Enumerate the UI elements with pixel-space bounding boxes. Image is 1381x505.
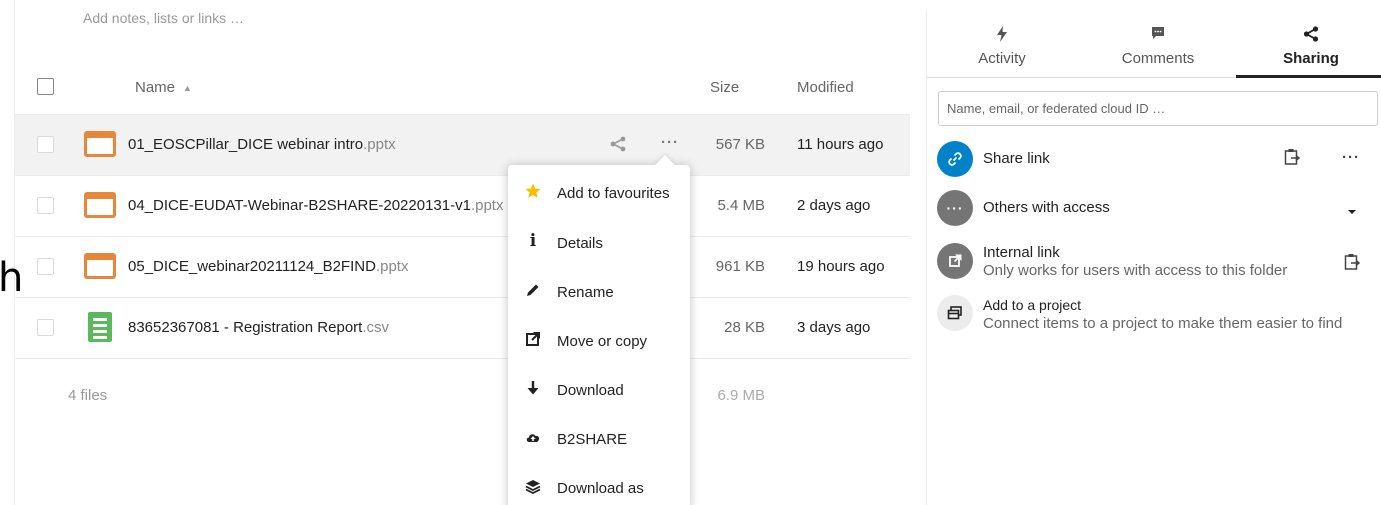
lightning-icon: [927, 26, 1077, 42]
modified-column-header[interactable]: Modified: [797, 79, 854, 96]
file-size: 567 KB: [715, 136, 765, 153]
name-column-header[interactable]: Name ▲: [135, 79, 192, 96]
add-to-project-title: Add to a project: [983, 297, 1082, 313]
link-icon: [937, 141, 973, 177]
menu-item-download-as[interactable]: Download as: [508, 464, 690, 505]
menu-item-b2share[interactable]: B2SHARE: [508, 415, 690, 459]
tab-comments[interactable]: Comments: [1083, 10, 1233, 78]
menu-item-rename[interactable]: Rename: [508, 268, 690, 312]
layers-icon: [524, 477, 542, 495]
copy-internal-link-icon[interactable]: [1344, 253, 1361, 275]
notes-placeholder[interactable]: Add notes, lists or links …: [83, 10, 244, 26]
file-name[interactable]: 05_DICE_webinar20211124_B2FIND.pptx: [128, 258, 408, 275]
cloud-upload-icon: [524, 428, 542, 446]
menu-item-add-to-favourites[interactable]: Add to favourites: [508, 169, 690, 213]
sort-ascending-icon: ▲: [183, 83, 192, 93]
file-context-menu: Add to favourites i Details Rename Move …: [508, 155, 690, 505]
menu-item-move-or-copy[interactable]: Move or copy: [508, 317, 690, 361]
star-icon: [524, 182, 542, 200]
internal-link-subtitle: Only works for users with access to this…: [983, 262, 1288, 279]
file-row[interactable]: 05_DICE_webinar20211124_B2FIND.pptx 961 …: [15, 236, 910, 297]
file-modified: 3 days ago: [797, 319, 871, 336]
tab-sharing[interactable]: Sharing: [1236, 10, 1381, 78]
project-icon: [937, 295, 973, 331]
row-checkbox[interactable]: [37, 197, 54, 214]
comment-icon: [1083, 26, 1233, 42]
share-icon[interactable]: [609, 136, 627, 156]
file-modified: 2 days ago: [797, 197, 871, 214]
tab-activity[interactable]: Activity: [927, 10, 1077, 78]
file-row[interactable]: 83652367081 - Registration Report.csv 28…: [15, 297, 910, 358]
share-search-input[interactable]: Name, email, or federated cloud ID …: [938, 91, 1378, 126]
share-link-menu-icon[interactable]: ···: [1342, 149, 1360, 166]
pptx-file-icon: [84, 131, 116, 157]
copy-to-clipboard-icon[interactable]: [1284, 148, 1301, 170]
select-all-checkbox[interactable]: [37, 78, 54, 95]
external-link-icon: [937, 243, 973, 279]
external-link-icon: [524, 330, 542, 348]
file-list: Name ▲ Size Modified 01_EOSCPillar_DICE w…: [15, 58, 910, 428]
download-arrow-icon: [524, 379, 542, 397]
details-sidebar: Activity Comments Sharing Name, email, o…: [926, 10, 1381, 505]
file-count: 4 files: [68, 387, 108, 404]
pptx-file-icon: [84, 253, 116, 279]
row-checkbox[interactable]: [37, 136, 54, 153]
file-row[interactable]: 04_DICE-EUDAT-Webinar-B2SHARE-20220131-v…: [15, 175, 910, 236]
file-name[interactable]: 83652367081 - Registration Report.csv: [128, 319, 389, 336]
internal-link-row: Internal link Only works for users with a…: [937, 243, 1377, 283]
file-name[interactable]: 01_EOSCPillar_DICE webinar intro.pptx: [128, 136, 396, 153]
more-icon: ···: [937, 190, 973, 226]
row-checkbox[interactable]: [37, 258, 54, 275]
row-checkbox[interactable]: [37, 319, 54, 336]
pencil-icon: [524, 281, 542, 299]
share-icon: [1236, 26, 1381, 42]
size-column-header[interactable]: Size: [710, 79, 739, 96]
file-name[interactable]: 04_DICE-EUDAT-Webinar-B2SHARE-20220131-v…: [128, 197, 503, 214]
chevron-down-icon[interactable]: [1347, 202, 1357, 219]
csv-file-icon: [84, 312, 112, 344]
menu-item-details[interactable]: i Details: [508, 219, 690, 263]
file-modified: 11 hours ago: [797, 136, 884, 153]
add-to-project-subtitle: Connect items to a project to make them …: [983, 315, 1343, 332]
file-modified: 19 hours ago: [797, 258, 885, 275]
others-with-access-row[interactable]: ··· Others with access: [937, 190, 1377, 230]
add-to-project-row[interactable]: Add to a project Connect items to a proje…: [937, 295, 1377, 335]
others-with-access-label: Others with access: [983, 199, 1110, 216]
info-icon: i: [529, 231, 537, 251]
menu-item-download[interactable]: Download: [508, 366, 690, 410]
share-link-row: Share link ···: [937, 141, 1377, 181]
file-row[interactable]: 01_EOSCPillar_DICE webinar intro.pptx ··…: [15, 114, 910, 175]
file-list-summary: 4 files 6.9 MB: [15, 358, 910, 428]
share-link-label: Share link: [983, 150, 1050, 167]
internal-link-title: Internal link: [983, 244, 1060, 261]
pptx-file-icon: [84, 192, 116, 218]
file-list-header: Name ▲ Size Modified: [15, 58, 910, 114]
sidebar-tabs: Activity Comments Sharing: [927, 10, 1381, 78]
